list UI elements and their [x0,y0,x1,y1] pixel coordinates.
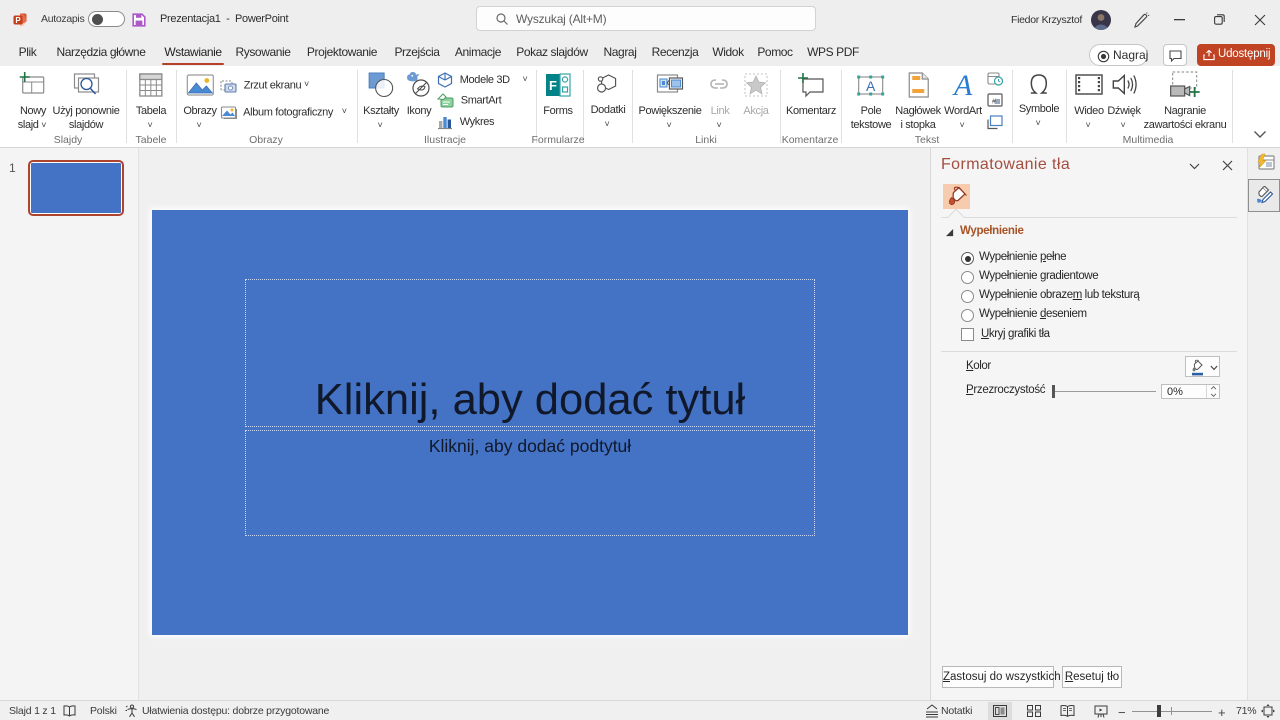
svg-text:A: A [866,78,876,94]
svg-text:P: P [15,16,21,25]
svg-text:F: F [549,78,557,93]
svg-text:#: # [992,99,996,106]
svg-text:A: A [952,71,973,99]
